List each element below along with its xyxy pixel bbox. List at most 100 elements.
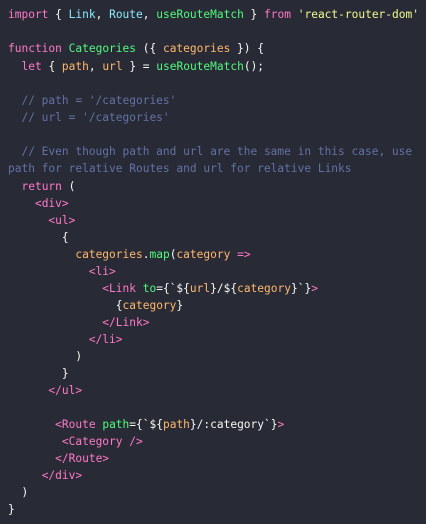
code-line: <Category /> [8,433,143,450]
code-token: path for relative Routes and url for rel… [8,162,352,175]
code-token: let [21,60,42,73]
code-line: // Even though path and url are the same… [8,143,412,160]
code-token: useRouteMatch [156,60,244,73]
code-token: category [176,248,231,261]
code-line: } [8,501,15,518]
code-token: url [102,60,123,73]
code-token: }) { [230,42,264,55]
code-token: ( [61,180,76,193]
code-token: url [189,282,211,295]
code-editor[interactable]: import { Link, Route, useRouteMatch } fr… [0,0,426,524]
code-token: ({ [136,42,163,55]
code-token: <div> [34,197,69,210]
code-token: </li> [88,333,123,346]
code-token: import [8,8,49,21]
code-token: category [122,299,177,312]
code-line: ) [8,348,82,365]
code-line: </li> [8,331,123,348]
code-line: </Link> [8,314,149,331]
code-token: { [48,8,69,21]
code-token: return [21,180,62,193]
code-token: , [95,8,110,21]
code-token: <li> [88,265,116,278]
code-token: } [176,299,184,312]
code-token: categories [75,248,143,261]
code-token: function [8,42,62,55]
code-token: <ul> [48,214,76,227]
code-line: <Route path={`${path}/:category`}> [8,416,284,433]
code-line: // path = '/categories' [8,92,176,109]
code-token: } = [122,60,157,73]
code-line: <ul> [8,212,75,229]
code-token: { [8,299,123,312]
code-token: path [162,418,190,431]
code-token: ={`${ [129,418,163,431]
code-line: return ( [8,178,75,195]
code-token: <Route [55,418,96,431]
code-token: } [243,8,265,21]
code-token: 'react-router-dom' [297,8,419,21]
code-line: } [8,365,69,382]
code-token: > [311,282,318,295]
code-token: </ul> [48,384,83,397]
code-token: ) [8,486,29,499]
code-token: categories [162,42,231,55]
code-token: path [102,418,130,431]
code-line: { [8,229,69,246]
code-token: Route [109,8,143,21]
code-line: categories.map(category => [8,246,251,263]
code-token: to [142,282,157,295]
code-line: // url = '/categories' [8,109,170,126]
code-token: } [8,367,69,380]
code-token: </div> [41,469,83,482]
code-token: // url = '/categories' [8,111,170,124]
code-line: </div> [8,467,82,484]
code-token: map [149,248,170,261]
code-token: path [61,60,89,73]
code-line: function Categories ({ categories }) { [8,40,264,57]
code-line: let { path, url } = useRouteMatch(); [8,58,264,75]
code-line: </Route> [8,450,109,467]
code-token: ) [8,350,83,363]
code-token: category [237,282,291,295]
code-token: { [8,231,69,244]
code-token: }`} [290,282,312,295]
code-line: {category} [8,297,183,314]
code-token: <Category /> [61,435,143,448]
code-token: Link [68,8,96,21]
code-token: => [237,248,251,261]
code-token: </Link> [102,316,150,329]
code-token: useRouteMatch [156,8,244,21]
code-token: > [277,418,285,431]
code-token: Categories [68,42,136,55]
code-token: from [264,8,291,21]
code-token: ={`${ [156,282,190,295]
code-line: <li> [8,263,116,280]
code-line: ) [8,484,28,501]
code-token: (); [243,60,265,73]
code-token: { [41,60,62,73]
code-line: </ul> [8,382,82,399]
code-line: <Link to={`${url}/${category}`}> [8,280,318,297]
code-line: path for relative Routes and url for rel… [8,160,352,177]
code-token: // path = '/categories' [8,94,177,107]
code-token: , [142,8,157,21]
code-token: , [88,60,103,73]
code-token: // Even though path and url are the same… [8,145,413,158]
